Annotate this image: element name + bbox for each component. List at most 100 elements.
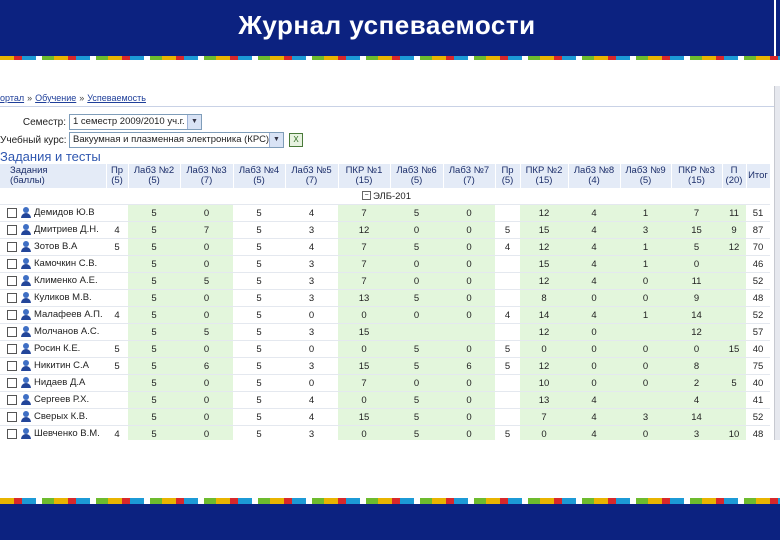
row-checkbox[interactable] <box>7 207 17 218</box>
header-task[interactable]: ПКР №1 (15) <box>338 164 391 188</box>
grade-cell[interactable]: 4 <box>568 221 620 239</box>
grade-cell[interactable]: 3 <box>285 255 338 273</box>
row-checkbox[interactable] <box>7 377 17 388</box>
row-checkbox[interactable] <box>7 309 17 320</box>
grade-cell[interactable]: 15 <box>520 221 568 239</box>
grade-cell[interactable]: 10 <box>520 374 568 392</box>
grade-cell[interactable] <box>495 255 520 273</box>
grade-cell[interactable] <box>495 204 520 222</box>
grade-cell[interactable]: 3 <box>285 323 338 341</box>
row-checkbox[interactable] <box>7 360 17 371</box>
grade-cell[interactable]: 4 <box>568 255 620 273</box>
vertical-scrollbar[interactable] <box>774 86 780 440</box>
student-row[interactable]: Шевченко В.М. 4 5 0 5 3 0 5 0 5 0 4 0 3 10 48 <box>0 425 770 440</box>
student-name[interactable]: Молчанов А.С. <box>34 327 99 338</box>
grade-cell[interactable]: 5 <box>495 425 520 440</box>
student-row[interactable]: Никитин С.А 5 5 6 5 3 15 5 6 5 12 0 0 8 75 <box>0 357 770 375</box>
header-task[interactable]: Лаб3 №7 (7) <box>443 164 496 188</box>
grade-cell[interactable]: 0 <box>443 204 495 222</box>
grade-cell[interactable] <box>106 204 128 222</box>
grade-cell[interactable] <box>106 323 128 341</box>
grade-cell[interactable]: 0 <box>285 306 338 324</box>
grade-cell[interactable]: 5 <box>233 323 285 341</box>
grade-cell[interactable]: 0 <box>443 306 495 324</box>
grade-cell[interactable]: 11 <box>722 204 746 222</box>
grade-cell[interactable]: 12 <box>520 357 568 375</box>
grade-cell[interactable]: 0 <box>443 425 495 440</box>
grade-cell[interactable]: 0 <box>568 289 620 307</box>
grade-cell[interactable]: 11 <box>671 272 722 290</box>
grade-cell[interactable] <box>106 272 128 290</box>
grade-cell[interactable] <box>495 391 520 409</box>
grade-cell[interactable]: 5 <box>233 357 285 375</box>
student-name[interactable]: Клименко А.Е. <box>34 276 98 287</box>
grade-cell[interactable]: 5 <box>233 306 285 324</box>
grade-cell[interactable]: 0 <box>620 340 671 358</box>
grade-cell[interactable] <box>620 391 671 409</box>
grade-cell[interactable]: 5 <box>233 221 285 239</box>
header-total[interactable]: Итог <box>746 164 771 188</box>
grade-cell[interactable]: 4 <box>106 221 128 239</box>
grade-cell[interactable]: 4 <box>106 306 128 324</box>
grade-cell[interactable]: 0 <box>285 340 338 358</box>
grade-cell[interactable]: 0 <box>443 238 495 256</box>
grade-cell[interactable] <box>106 408 128 426</box>
grade-cell[interactable] <box>106 374 128 392</box>
grade-cell[interactable] <box>106 255 128 273</box>
grade-cell[interactable]: 3 <box>285 425 338 440</box>
grade-cell[interactable]: 7 <box>338 204 390 222</box>
grade-cell[interactable] <box>106 289 128 307</box>
grade-cell[interactable]: 1 <box>620 238 671 256</box>
grade-cell[interactable]: 3 <box>285 221 338 239</box>
grade-cell[interactable]: 4 <box>568 306 620 324</box>
row-checkbox[interactable] <box>7 224 17 235</box>
grade-cell[interactable]: 5 <box>180 272 233 290</box>
grade-cell[interactable] <box>722 272 746 290</box>
grade-cell[interactable]: 0 <box>443 272 495 290</box>
student-row[interactable]: Росин К.Е. 5 5 0 5 0 0 5 0 5 0 0 0 0 15 40 <box>0 340 770 358</box>
grade-cell[interactable]: 4 <box>285 408 338 426</box>
grade-cell[interactable]: 6 <box>443 357 495 375</box>
student-row[interactable]: Сверых К.В. 5 0 5 4 15 5 0 7 4 3 14 52 <box>0 408 770 426</box>
grade-cell[interactable]: 3 <box>620 408 671 426</box>
student-row[interactable]: Сергеев Р.Х. 5 0 5 4 0 5 0 13 4 4 41 <box>0 391 770 409</box>
student-row[interactable]: Дмитриев Д.Н. 4 5 7 5 3 12 0 0 5 15 4 3 15 9 87 <box>0 221 770 239</box>
header-assignments[interactable]: Задания (баллы) <box>0 164 107 188</box>
student-name[interactable]: Демидов Ю.В <box>34 208 95 219</box>
grade-cell[interactable]: 0 <box>180 425 233 440</box>
grade-cell[interactable]: 0 <box>338 391 390 409</box>
grade-cell[interactable]: 0 <box>443 221 495 239</box>
grade-cell[interactable]: 5 <box>128 289 180 307</box>
grade-cell[interactable]: 8 <box>520 289 568 307</box>
grade-cell[interactable]: 0 <box>671 255 722 273</box>
grade-cell[interactable] <box>390 323 443 341</box>
row-checkbox[interactable] <box>7 275 17 286</box>
grade-cell[interactable]: 3 <box>285 272 338 290</box>
grade-cell[interactable]: 3 <box>671 425 722 440</box>
grade-cell[interactable] <box>722 306 746 324</box>
grade-cell[interactable] <box>722 408 746 426</box>
grade-cell[interactable]: 12 <box>520 323 568 341</box>
grade-cell[interactable]: 0 <box>443 374 495 392</box>
grade-cell[interactable]: 4 <box>568 391 620 409</box>
grade-cell[interactable]: 0 <box>180 374 233 392</box>
grade-cell[interactable]: 5 <box>390 289 443 307</box>
student-row[interactable]: Демидов Ю.В 5 0 5 4 7 5 0 12 4 1 7 11 51 <box>0 204 770 222</box>
grade-cell[interactable]: 14 <box>520 306 568 324</box>
grade-cell[interactable]: 6 <box>180 357 233 375</box>
grade-cell[interactable]: 0 <box>671 340 722 358</box>
grade-cell[interactable]: 5 <box>128 306 180 324</box>
grade-cell[interactable]: 0 <box>180 238 233 256</box>
student-name[interactable]: Шевченко В.М. <box>34 429 100 440</box>
grade-cell[interactable]: 0 <box>568 374 620 392</box>
row-checkbox[interactable] <box>7 292 17 303</box>
breadcrumb-portal[interactable]: ортал <box>0 93 24 103</box>
student-name[interactable]: Зотов В.А <box>34 242 77 253</box>
header-task[interactable]: П (20) <box>722 164 747 188</box>
grade-cell[interactable]: 7 <box>671 204 722 222</box>
grade-cell[interactable]: 4 <box>285 204 338 222</box>
header-task[interactable]: Лаб3 №6 (5) <box>390 164 444 188</box>
grade-cell[interactable]: 0 <box>180 204 233 222</box>
breadcrumb-progress[interactable]: Успеваемость <box>87 93 146 103</box>
header-task[interactable]: Пр (5) <box>106 164 129 188</box>
